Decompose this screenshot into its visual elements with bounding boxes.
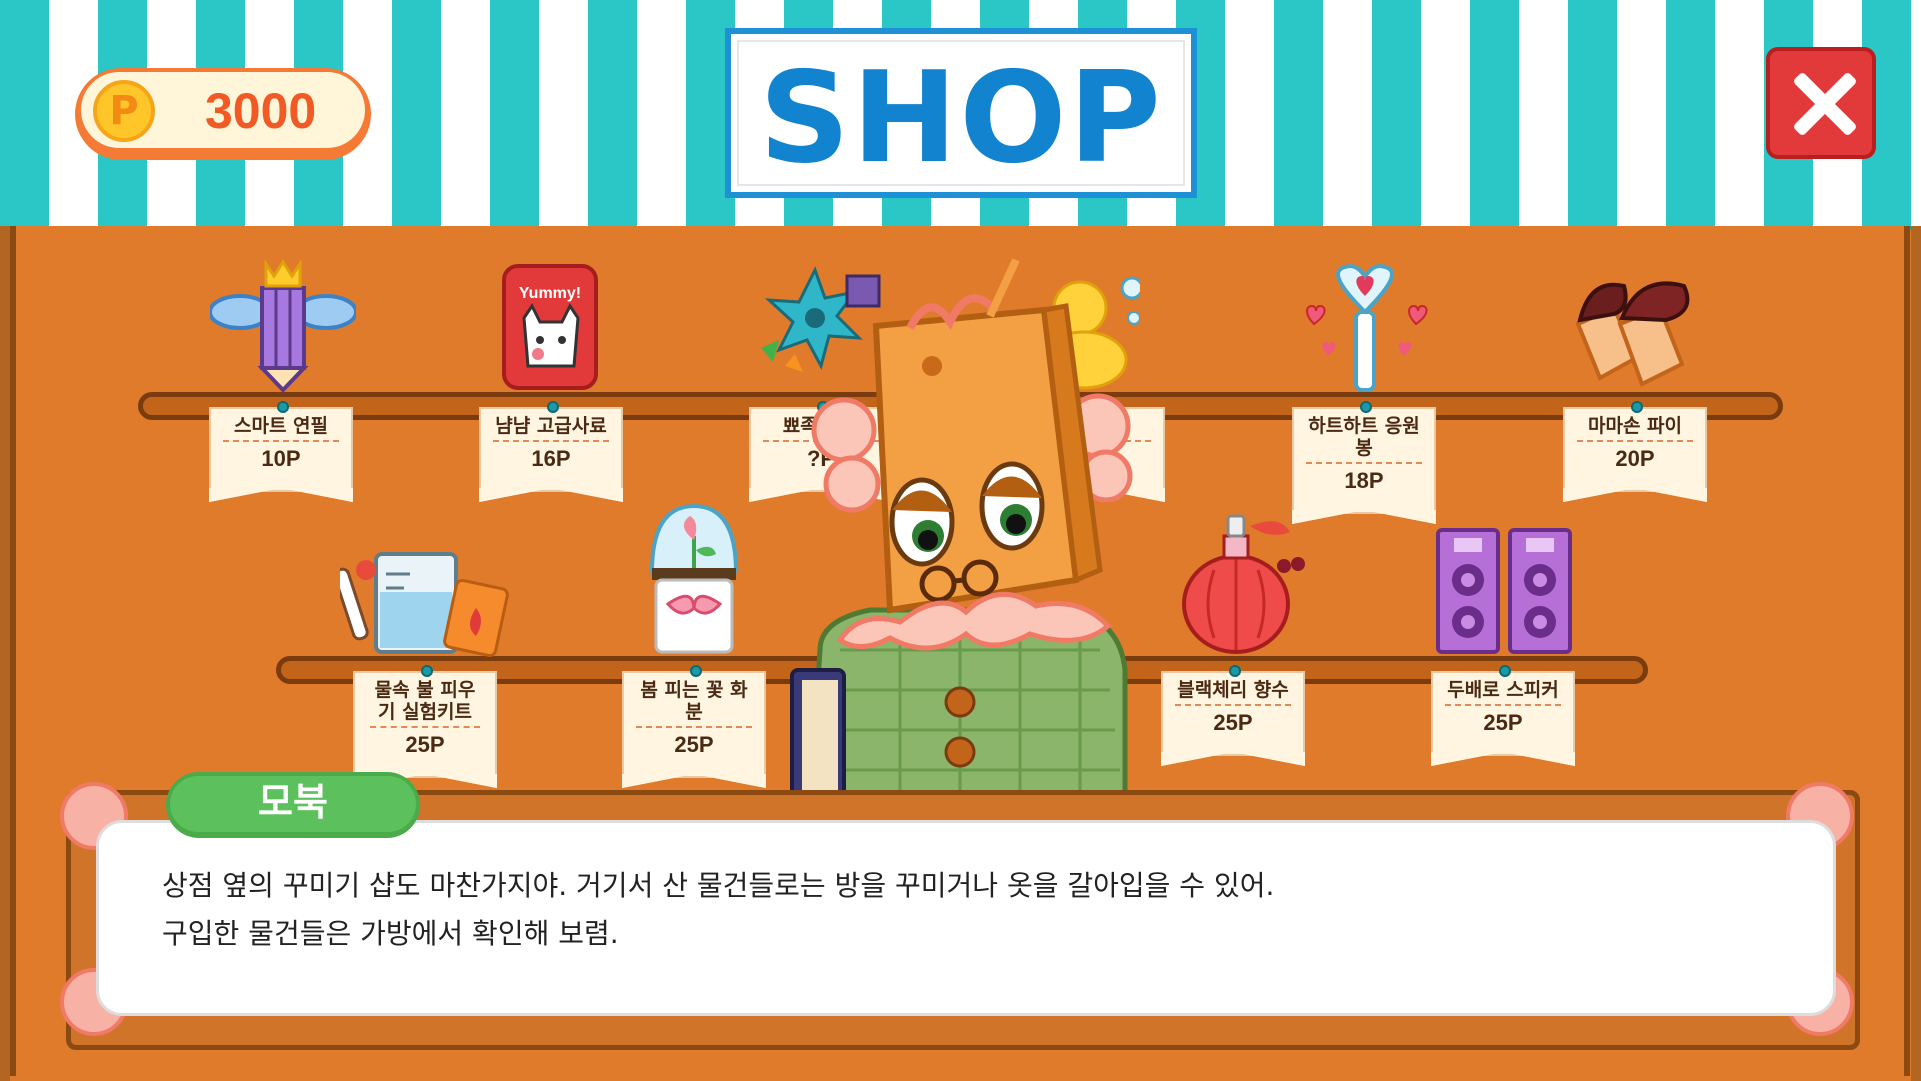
item-price: 18P: [1344, 468, 1384, 493]
dialog-line-2: 구입한 물건들은 가방에서 확인해 보렴.: [162, 917, 619, 950]
tag-pin: [1360, 401, 1372, 413]
item-tag: 냠냠 고급사료 16P: [479, 401, 623, 502]
dialog-line-1: 상점 옆의 꾸미기 샵도 마찬가지야. 거기서 산 물건들로는 방을 꾸미거나 …: [162, 869, 1275, 902]
shop-item-science-kit[interactable]: [333, 548, 510, 658]
tag-pin: [1229, 665, 1241, 677]
shop-title: SHOP: [759, 44, 1163, 191]
item-tag: 두배로 스피커 25P: [1431, 665, 1575, 766]
winged-pencil-icon: [208, 259, 358, 393]
item-name: 스마트 연필: [223, 415, 339, 442]
speaker-name-tag: 모북: [166, 772, 420, 838]
shopkeeper-character: [780, 250, 1160, 798]
item-tag: 하트하트 응원봉 18P: [1292, 401, 1436, 524]
item-name: 냠냠 고급사료: [493, 415, 609, 442]
heart-light-stick-icon: [1306, 263, 1428, 392]
tag-pin: [1499, 665, 1511, 677]
item-tag: 블랙체리 향수 25P: [1161, 665, 1305, 766]
shop-item-pet-food[interactable]: Yummy!: [500, 262, 600, 392]
item-tag: 물속 불 피우기 실험키트 25P: [353, 665, 497, 788]
item-price: 25P: [405, 732, 445, 757]
science-kit-icon: [333, 552, 509, 658]
item-name: 블랙체리 향수: [1175, 679, 1291, 706]
shop-sign: SHOP: [725, 28, 1197, 198]
shop-item-chocolate-pie[interactable]: [1570, 268, 1704, 388]
shop-item-speakers[interactable]: [1434, 526, 1574, 656]
item-price: 25P: [1483, 710, 1523, 735]
book-shopkeeper-illustration: [790, 258, 1133, 798]
tag-pin: [690, 665, 702, 677]
tag-pin: [1631, 401, 1643, 413]
flower-pot-dome-icon: [649, 503, 739, 654]
item-tag: 마마손 파이 20P: [1563, 401, 1707, 502]
wall-frame-right: [1911, 226, 1921, 1081]
item-name: 마마손 파이: [1577, 415, 1693, 442]
tag-pin: [421, 665, 433, 677]
item-tag: 스마트 연필 10P: [209, 401, 353, 502]
pet-food-bag-icon: Yummy!: [502, 264, 598, 390]
tag-pin: [277, 401, 289, 413]
shop-item-heart-light-stick[interactable]: [1300, 262, 1430, 394]
speakers-icon: [1436, 528, 1572, 654]
item-price: 20P: [1615, 446, 1655, 471]
tag-pin: [547, 401, 559, 413]
svg-text:Yummy!: Yummy!: [519, 285, 581, 302]
item-name: 물속 불 피우기 실험키트: [370, 679, 480, 728]
speaker-name: 모북: [258, 780, 328, 824]
coin-icon: P: [93, 80, 155, 142]
item-name: 두배로 스피커: [1445, 679, 1561, 706]
item-price: 10P: [261, 446, 301, 471]
shop-item-flower-pot[interactable]: [646, 500, 742, 656]
coin-balance: P 3000: [75, 68, 371, 160]
perfume-bottle-icon: [1182, 514, 1305, 654]
item-name: 하트하트 응원봉: [1306, 415, 1422, 464]
chocolate-pie-icon: [1575, 281, 1690, 387]
wall-frame-left: [0, 226, 10, 1081]
item-name: 봄 피는 꽃 화분: [636, 679, 752, 728]
item-price: 25P: [674, 732, 714, 757]
shop-item-perfume[interactable]: [1180, 510, 1320, 656]
item-price: 25P: [1213, 710, 1253, 735]
close-button[interactable]: [1766, 47, 1876, 159]
coin-amount: 3000: [205, 83, 317, 139]
item-price: 16P: [531, 446, 571, 471]
item-tag: 봄 피는 꽃 화분 25P: [622, 665, 766, 788]
shop-item-smart-pencil[interactable]: [208, 259, 358, 393]
